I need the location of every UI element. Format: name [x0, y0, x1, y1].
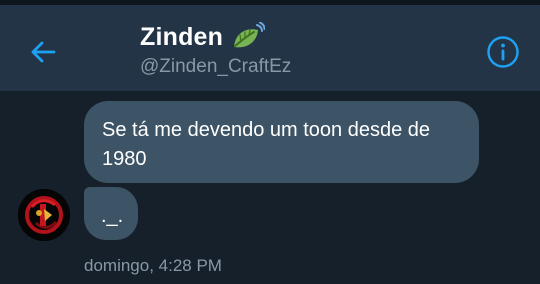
message-timestamp: domingo, 4:28 PM [84, 256, 222, 275]
back-button[interactable] [28, 37, 58, 67]
info-button[interactable] [486, 35, 520, 69]
leaf-icon [234, 22, 266, 48]
info-icon [487, 36, 519, 68]
avatar[interactable] [18, 189, 70, 241]
message-text: ._. [101, 205, 124, 227]
avatar-image [18, 189, 70, 241]
contact-name: Zinden [140, 22, 224, 51]
message-bubble[interactable]: ._. [84, 187, 138, 240]
arrow-left-icon [31, 41, 56, 63]
message-bubble[interactable]: Se tá me devendo um toon desde de 1980 [84, 101, 479, 183]
conversation-header: Zinden @Zinden_CraftEz [0, 5, 540, 91]
message-text: Se tá me devendo um toon desde de 1980 [102, 119, 431, 170]
conversation-titles[interactable]: Zinden @Zinden_CraftEz [140, 19, 291, 78]
contact-handle: @Zinden_CraftEz [140, 56, 292, 77]
